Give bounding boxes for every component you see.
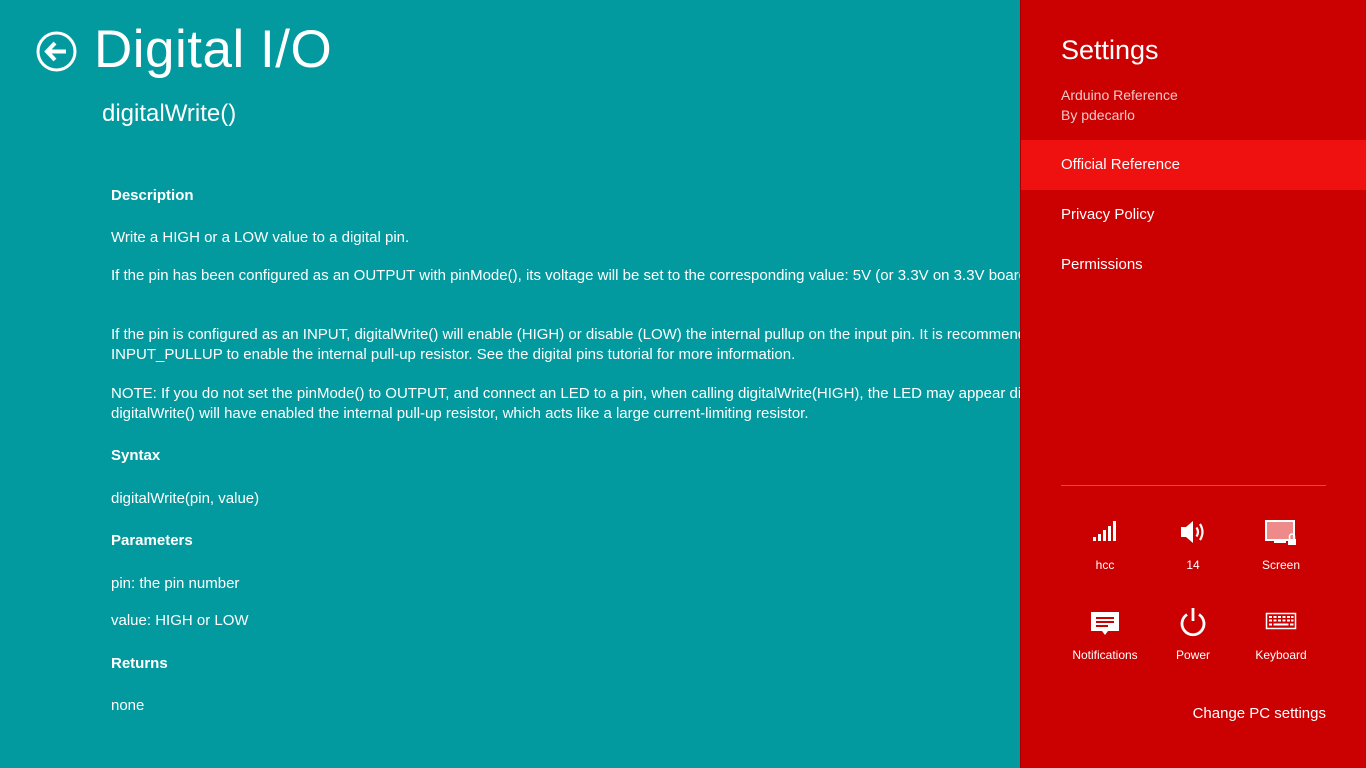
power-icon: [1149, 607, 1237, 647]
description-paragraph: NOTE: If you do not set the pinMode() to…: [111, 385, 1020, 422]
description-heading: Description: [111, 187, 194, 204]
settings-pane: Settings Arduino Reference By pdecarlo O…: [1020, 0, 1366, 768]
back-button[interactable]: [36, 31, 77, 72]
power-label: Power: [1175, 648, 1210, 662]
description-paragraph: Write a HIGH or a LOW value to a digital…: [111, 229, 410, 246]
parameters-heading: Parameters: [111, 532, 193, 549]
change-pc-settings-link[interactable]: Change PC settings: [1193, 704, 1326, 724]
screen-label: Screen: [1261, 558, 1301, 572]
settings-item-privacy-policy[interactable]: Privacy Policy: [1021, 190, 1366, 240]
syntax-heading: Syntax: [111, 447, 161, 464]
notifications-icon: [1061, 607, 1149, 647]
screen-icon: [1237, 517, 1325, 557]
app-name: Arduino Reference: [1061, 87, 1178, 103]
keyboard-icon: [1237, 607, 1325, 647]
screen-button[interactable]: Screen: [1237, 517, 1325, 587]
reference-content[interactable]: Description Write a HIGH or a LOW value …: [111, 0, 1020, 768]
keyboard-label: Keyboard: [1255, 648, 1307, 662]
settings-item-permissions[interactable]: Permissions: [1021, 240, 1366, 290]
network-button[interactable]: hcc: [1061, 517, 1149, 587]
notifications-label: Notifications: [1072, 648, 1138, 662]
returns-heading: Returns: [111, 655, 168, 672]
description-paragraph: If the pin has been configured as an OUT…: [111, 267, 1020, 284]
returns-text: none: [111, 697, 145, 714]
description-paragraph: If the pin is configured as an INPUT, di…: [111, 326, 1020, 363]
parameter-value: value: HIGH or LOW: [111, 612, 249, 629]
volume-button[interactable]: 14: [1149, 517, 1237, 587]
parameter-pin: pin: the pin number: [111, 575, 240, 592]
settings-item-official-reference[interactable]: Official Reference: [1021, 140, 1366, 190]
settings-divider: [1061, 485, 1326, 486]
notifications-button[interactable]: Notifications: [1061, 607, 1149, 677]
wifi-signal-icon: [1061, 517, 1149, 557]
power-button[interactable]: Power: [1149, 607, 1237, 677]
volume-label: 14: [1186, 558, 1200, 572]
speaker-icon: [1149, 517, 1237, 557]
keyboard-button[interactable]: Keyboard: [1237, 607, 1325, 677]
back-arrow-icon: [36, 31, 77, 72]
syntax-text: digitalWrite(pin, value): [111, 490, 260, 507]
network-label: hcc: [1095, 558, 1115, 572]
settings-title: Settings: [1061, 35, 1159, 65]
app-author: By pdecarlo: [1061, 107, 1135, 123]
